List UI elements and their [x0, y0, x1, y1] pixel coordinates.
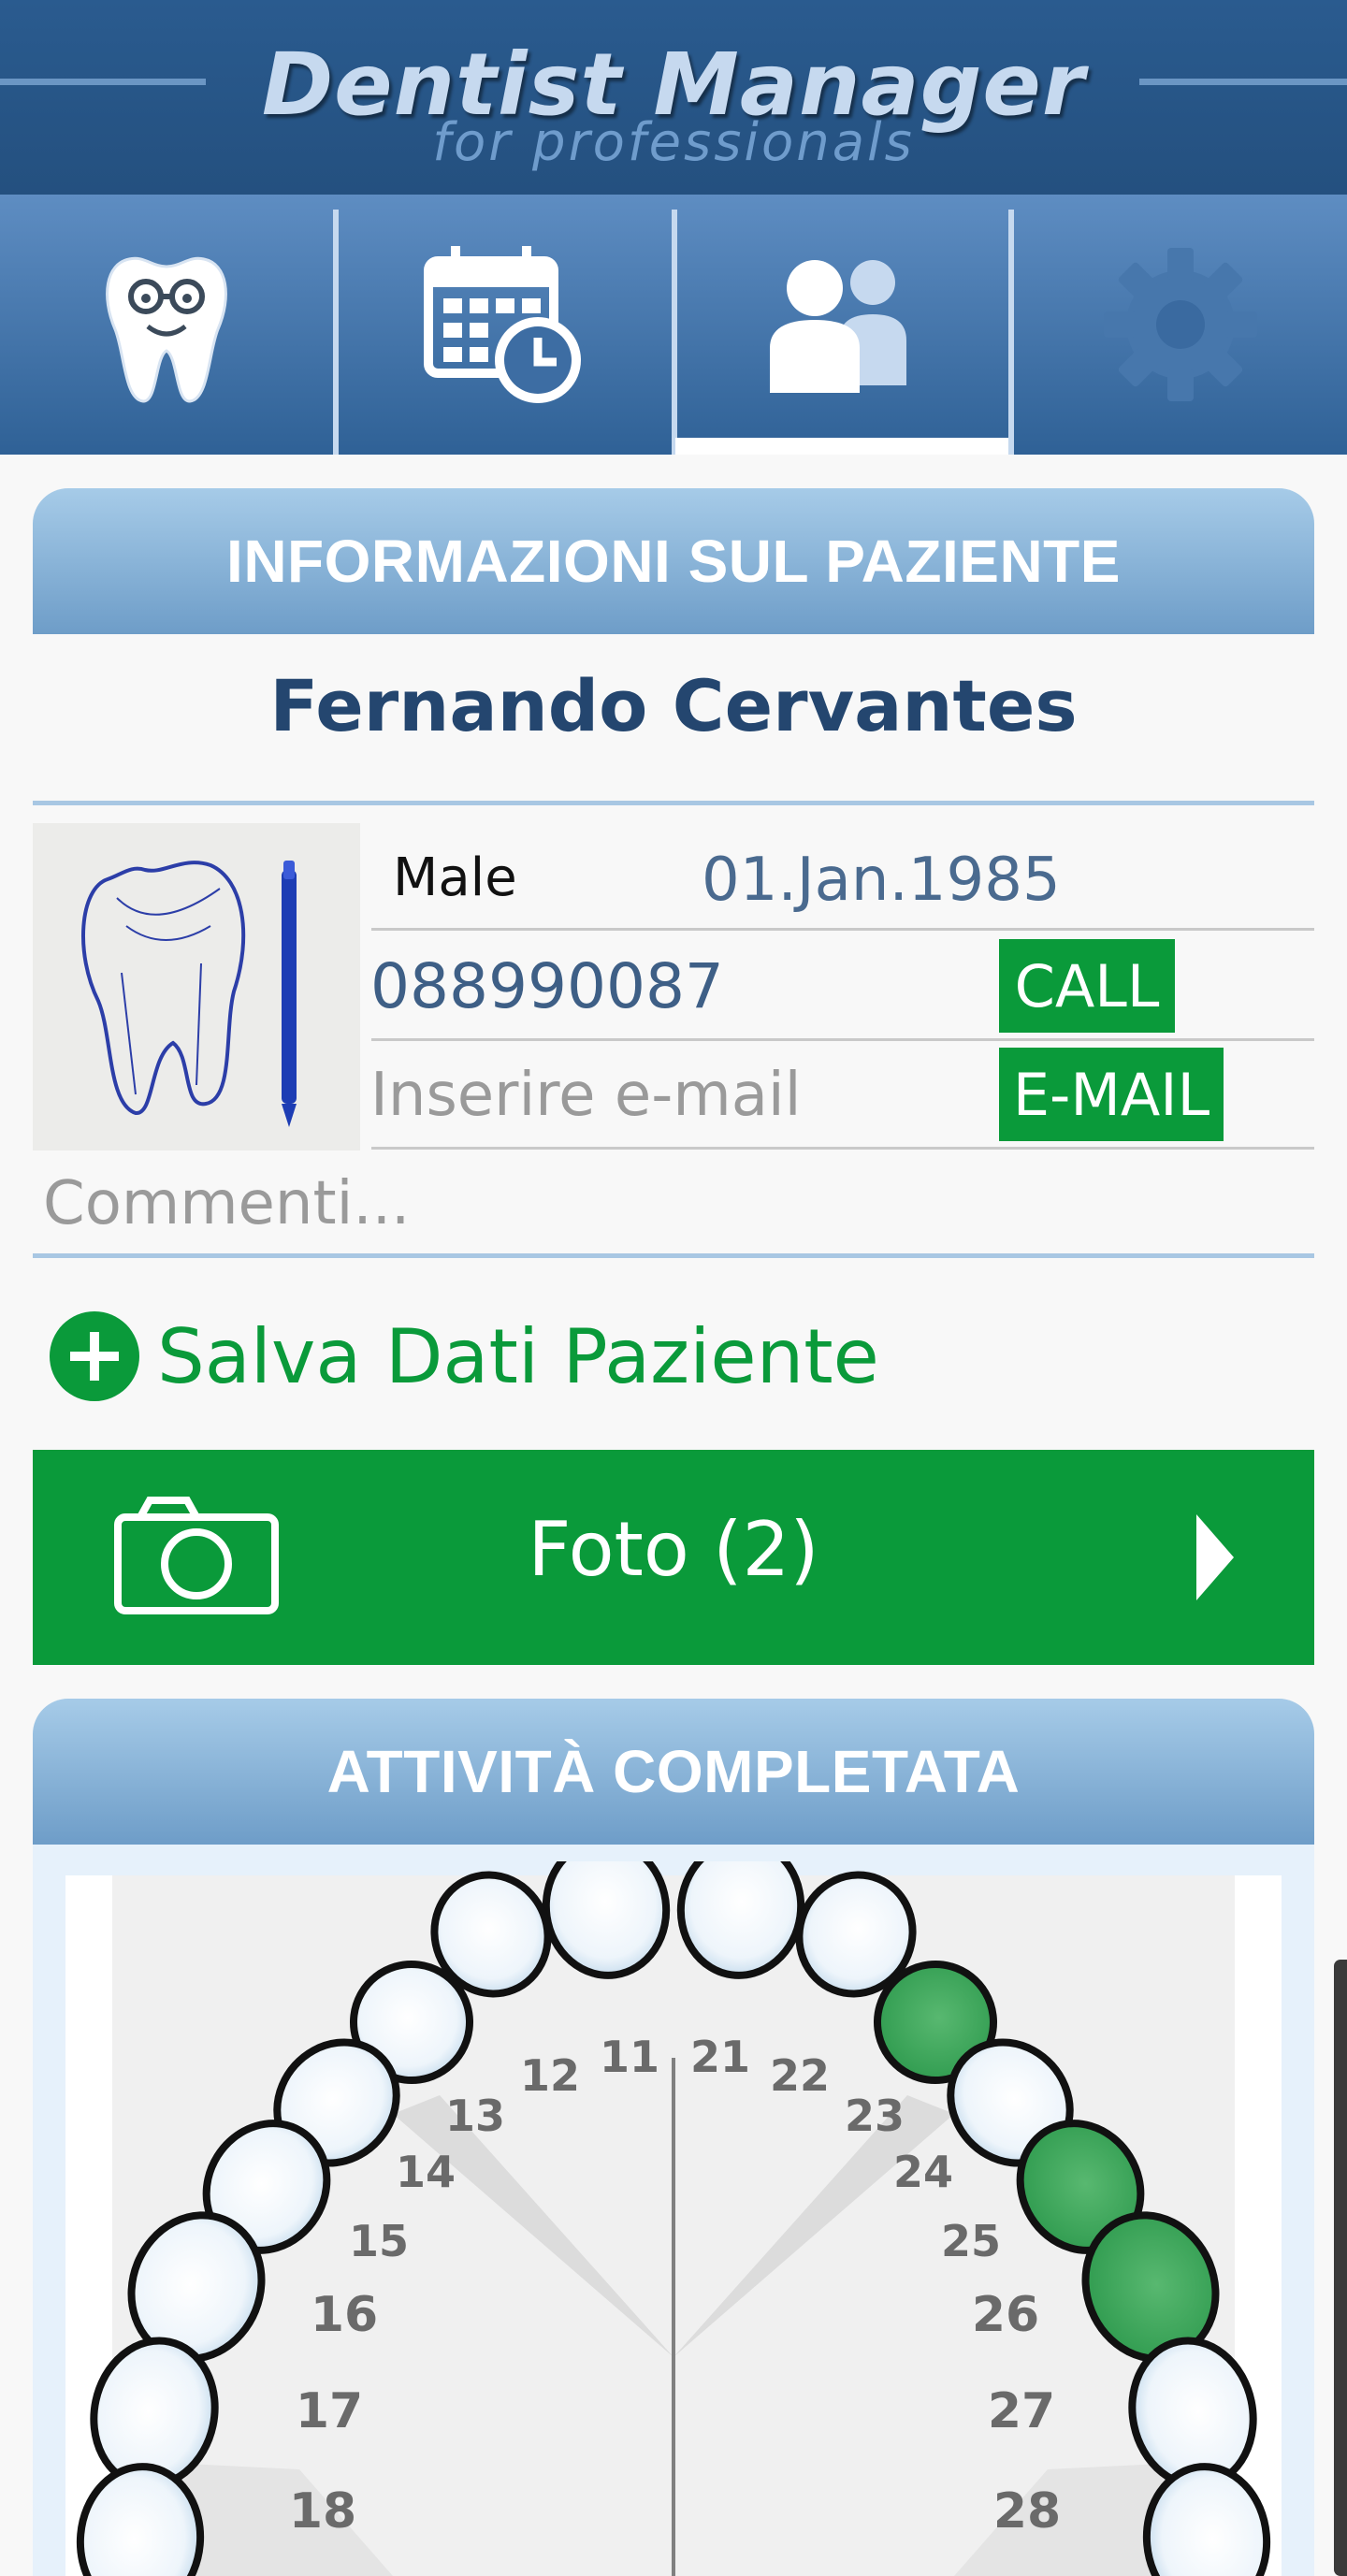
patients-icon	[770, 260, 906, 393]
tab-home[interactable]	[0, 195, 333, 455]
tooth-label-14: 14	[396, 2147, 456, 2197]
divider	[371, 1038, 1314, 1041]
divider	[371, 928, 1314, 931]
tooth-label-18: 18	[289, 2483, 356, 2540]
guide-wedge	[674, 2095, 954, 2357]
divider	[33, 1253, 1314, 1258]
tooth-sketch-image	[81, 861, 297, 1127]
tooth-label-27: 27	[988, 2383, 1055, 2439]
email-button[interactable]: E-MAIL	[999, 1048, 1224, 1141]
active-tab-indicator	[675, 438, 1008, 455]
tooth-label-13: 13	[445, 2091, 505, 2141]
tooth-label-24: 24	[893, 2147, 953, 2197]
tooth-label-11: 11	[600, 2032, 659, 2082]
tab-patients[interactable]	[677, 195, 1008, 455]
patient-name: Fernando Cervantes	[269, 664, 1078, 747]
patient-gender: Male	[393, 847, 517, 908]
tooth-label-26: 26	[972, 2287, 1039, 2343]
tooth-label-17: 17	[296, 2383, 363, 2439]
tooth-11[interactable]	[538, 1861, 675, 1983]
phone-field[interactable]: 088990087	[370, 950, 724, 1022]
divider	[371, 1147, 1314, 1150]
dental-chart[interactable]: 12 11 21 22 13 23 14 24 15 25 16 26 17 27 18 28	[0, 1861, 1347, 2576]
scrollbar-thumb[interactable]	[1334, 1960, 1347, 2576]
call-button[interactable]: CALL	[999, 939, 1175, 1033]
tab-bar	[0, 195, 1347, 455]
email-field[interactable]: Inserire e-mail	[370, 1061, 801, 1130]
tooth-label-16: 16	[311, 2287, 378, 2343]
app-header: Dentist Manager for professionals	[0, 0, 1347, 195]
patient-info-header: INFORMAZIONI SUL PAZIENTE	[33, 488, 1314, 634]
tooth-label-15: 15	[349, 2216, 409, 2266]
activity-header: ATTIVITÀ COMPLETATA	[33, 1699, 1314, 1845]
calendar-clock-icon	[424, 246, 581, 403]
photos-label: Foto (2)	[528, 1506, 819, 1593]
gear-icon	[1104, 248, 1257, 401]
tooth-label-21: 21	[690, 2032, 750, 2082]
tab-calendar[interactable]	[339, 195, 672, 455]
tooth-label-22: 22	[770, 2050, 830, 2101]
tooth-doctor-icon	[106, 256, 227, 403]
save-patient-label: Salva Dati Paziente	[157, 1312, 879, 1400]
tooth-label-23: 23	[845, 2091, 905, 2141]
save-patient-button[interactable]: Salva Dati Paziente	[49, 1310, 879, 1403]
comments-field[interactable]: Commenti...	[43, 1169, 410, 1238]
tooth-label-25: 25	[941, 2216, 1001, 2266]
tooth-label-28: 28	[993, 2483, 1061, 2540]
tooth-label-12: 12	[520, 2050, 580, 2101]
patient-info-title: INFORMAZIONI SUL PAZIENTE	[226, 528, 1121, 595]
divider	[33, 801, 1314, 805]
tooth-21[interactable]	[673, 1861, 810, 1983]
activity-title: ATTIVITÀ COMPLETATA	[326, 1738, 1021, 1805]
guide-wedge	[393, 2095, 674, 2357]
plus-circle-icon	[50, 1311, 139, 1401]
app-subtitle: for professionals	[432, 112, 915, 173]
patient-birth-date: 01.Jan.1985	[702, 846, 1061, 915]
patient-photo[interactable]	[33, 823, 360, 1151]
tab-settings[interactable]	[1014, 195, 1347, 455]
